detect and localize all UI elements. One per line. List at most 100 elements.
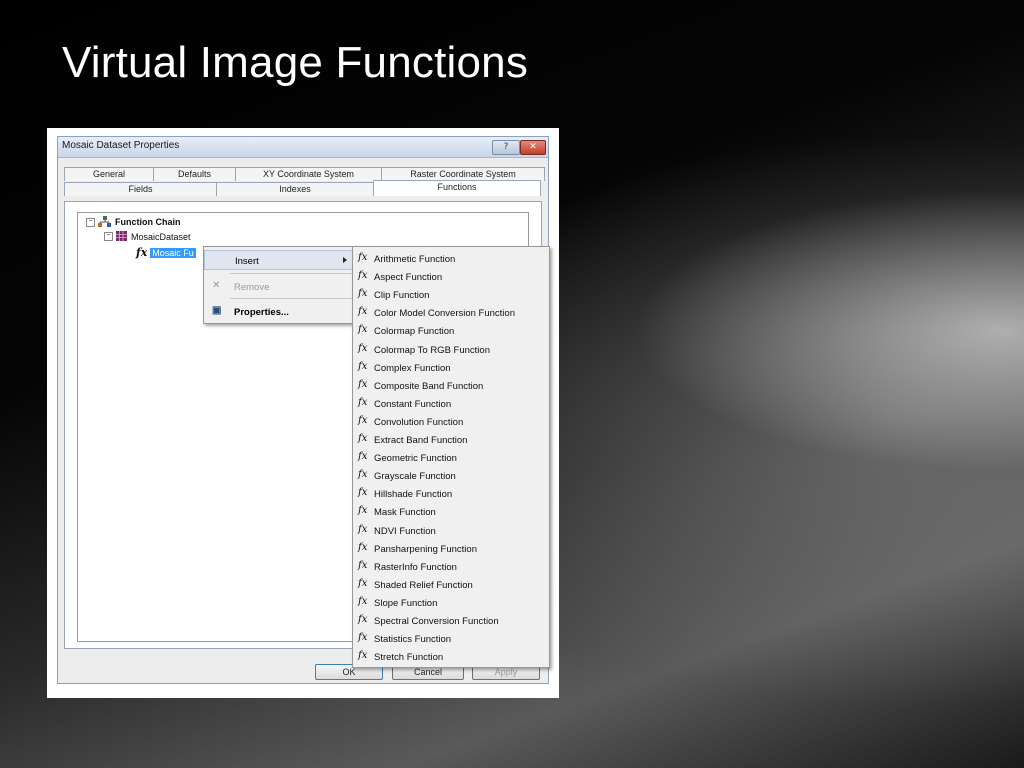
submenu-item[interactable]: fx Aspect Function <box>353 268 549 286</box>
function-icon: fx <box>358 577 368 589</box>
menu-label-remove: Remove <box>234 282 270 293</box>
submenu-item-label: Shaded Relief Function <box>374 579 473 591</box>
function-icon: fx <box>358 595 368 607</box>
tab-raster-coordinate-system[interactable]: Raster Coordinate System <box>381 167 545 181</box>
remove-icon: ✕ <box>212 280 221 291</box>
submenu-item-label: Grayscale Function <box>374 471 456 483</box>
function-icon: fx <box>358 270 368 282</box>
menu-label-insert: Insert <box>235 256 259 267</box>
collapse-icon[interactable]: − <box>104 232 113 241</box>
tab-defaults[interactable]: Defaults <box>153 167 236 181</box>
tab-functions[interactable]: Functions <box>373 180 541 196</box>
submenu-item[interactable]: fx Color Model Conversion Function <box>353 304 549 322</box>
function-chain-icon <box>98 216 111 227</box>
function-icon: fx <box>358 469 368 481</box>
function-icon: fx <box>358 523 368 535</box>
tree-node-mosaic-dataset[interactable]: − MosaicDataset <box>104 231 191 242</box>
submenu-item[interactable]: fx Pansharpening Function <box>353 540 549 558</box>
function-icon: fx <box>358 559 368 571</box>
submenu-item-label: Color Model Conversion Function <box>374 308 515 320</box>
submenu-item[interactable]: fx Grayscale Function <box>353 467 549 485</box>
submenu-item-label: Constant Function <box>374 398 452 410</box>
menu-separator <box>230 273 352 274</box>
tree-label-function-chain: Function Chain <box>115 217 181 227</box>
menu-item-remove[interactable]: ✕ Remove <box>204 277 354 297</box>
function-icon: fx <box>358 632 368 644</box>
function-icon: fx <box>136 246 148 259</box>
menu-item-insert[interactable]: Insert <box>204 250 354 270</box>
tree-node-mosaic-function[interactable]: fx Mosaic Fu <box>136 246 196 259</box>
submenu-item-label: Arithmetic Function <box>374 254 456 265</box>
tab-indexes[interactable]: Indexes <box>216 182 374 196</box>
submenu-item[interactable]: fx Colormap To RGB Function <box>353 341 549 359</box>
submenu-item-label: Stretch Function <box>374 652 444 664</box>
tab-xy-coordinate-system[interactable]: XY Coordinate System <box>235 167 382 181</box>
function-icon: fx <box>358 614 368 625</box>
tree-label-mosaic-dataset: MosaicDataset <box>131 231 191 242</box>
function-icon: fx <box>358 433 368 444</box>
tree-node-function-chain[interactable]: − Function Chain <box>86 216 181 228</box>
submenu-item[interactable]: fx Colormap Function <box>353 322 549 340</box>
tabs-row-2: Fields Indexes Functions <box>64 180 541 196</box>
collapse-icon[interactable]: − <box>86 217 95 227</box>
dialog-titlebar[interactable]: Mosaic Dataset Properties ? ✕ <box>58 137 548 158</box>
context-menu: Insert ✕ Remove ▣ Properties... <box>203 246 355 324</box>
function-icon: fx <box>358 306 368 318</box>
submenu-item-label: Composite Band Function <box>374 380 484 392</box>
tab-general[interactable]: General <box>64 167 154 181</box>
function-icon: fx <box>358 252 368 263</box>
submenu-item[interactable]: fx Geometric Function <box>353 449 549 467</box>
function-icon: fx <box>358 487 368 499</box>
tab-fields[interactable]: Fields <box>64 182 217 196</box>
submenu-item[interactable]: fx Shaded Relief Function <box>353 576 549 594</box>
function-icon: fx <box>358 541 368 553</box>
submenu-item[interactable]: fx Arithmetic Function <box>353 250 549 268</box>
insert-submenu: fx Arithmetic Function fx Aspect Function fx… <box>352 246 550 668</box>
submenu-item[interactable]: fx NDVI Function <box>353 522 549 540</box>
menu-label-properties: Properties... <box>234 307 289 318</box>
function-icon: fx <box>358 451 368 463</box>
help-button[interactable]: ? <box>492 140 520 155</box>
submenu-item-label: Clip Function <box>374 290 430 302</box>
submenu-item-label: Complex Function <box>374 362 451 374</box>
menu-item-properties[interactable]: ▣ Properties... <box>204 302 354 322</box>
submenu-item[interactable]: fx Stretch Function <box>353 648 549 666</box>
raster-grid-icon <box>116 231 127 241</box>
submenu-item-label: Statistics Function <box>374 634 452 646</box>
submenu-item[interactable]: fx Hillshade Function <box>353 485 549 503</box>
submenu-item-label: Pansharpening Function <box>374 543 477 555</box>
submenu-item[interactable]: fx Mask Function <box>353 503 549 521</box>
submenu-item[interactable]: fx Spectral Conversion Function <box>353 612 549 630</box>
tabs-row-1: General Defaults XY Coordinate System Ra… <box>64 167 545 181</box>
submenu-item-label: Extract Band Function <box>374 435 468 446</box>
submenu-item-label: NDVI Function <box>374 525 436 537</box>
submenu-item-label: Hillshade Function <box>374 489 453 501</box>
function-icon: fx <box>358 396 368 408</box>
submenu-item-label: Aspect Function <box>374 272 443 284</box>
submenu-item[interactable]: fx Convolution Function <box>353 413 549 431</box>
submenu-item-label: Convolution Function <box>374 416 464 428</box>
properties-icon: ▣ <box>212 305 222 316</box>
function-icon: fx <box>358 288 368 300</box>
submenu-item[interactable]: fx Clip Function <box>353 286 549 304</box>
submenu-item-label: RasterInfo Function <box>374 561 457 573</box>
submenu-item-label: Mask Function <box>374 507 436 519</box>
close-button[interactable]: ✕ <box>520 140 546 155</box>
submenu-item[interactable]: fx Complex Function <box>353 359 549 377</box>
slide-title: Virtual Image Functions <box>62 38 529 87</box>
submenu-item[interactable]: fx Statistics Function <box>353 630 549 648</box>
submenu-item[interactable]: fx Composite Band Function <box>353 377 549 395</box>
chevron-right-icon <box>343 257 347 263</box>
submenu-item[interactable]: fx RasterInfo Function <box>353 558 549 576</box>
submenu-item[interactable]: fx Constant Function <box>353 395 549 413</box>
submenu-item[interactable]: fx Extract Band Function <box>353 431 549 449</box>
function-icon: fx <box>358 378 368 390</box>
submenu-item-label: Spectral Conversion Function <box>374 616 499 627</box>
tree-label-mosaic-function[interactable]: Mosaic Fu <box>150 247 196 258</box>
function-icon: fx <box>358 324 368 336</box>
menu-separator <box>230 298 352 299</box>
submenu-item-label: Colormap To RGB Function <box>374 344 490 356</box>
function-icon: fx <box>358 414 368 426</box>
submenu-item[interactable]: fx Slope Function <box>353 594 549 612</box>
dialog-title: Mosaic Dataset Properties <box>62 140 180 151</box>
